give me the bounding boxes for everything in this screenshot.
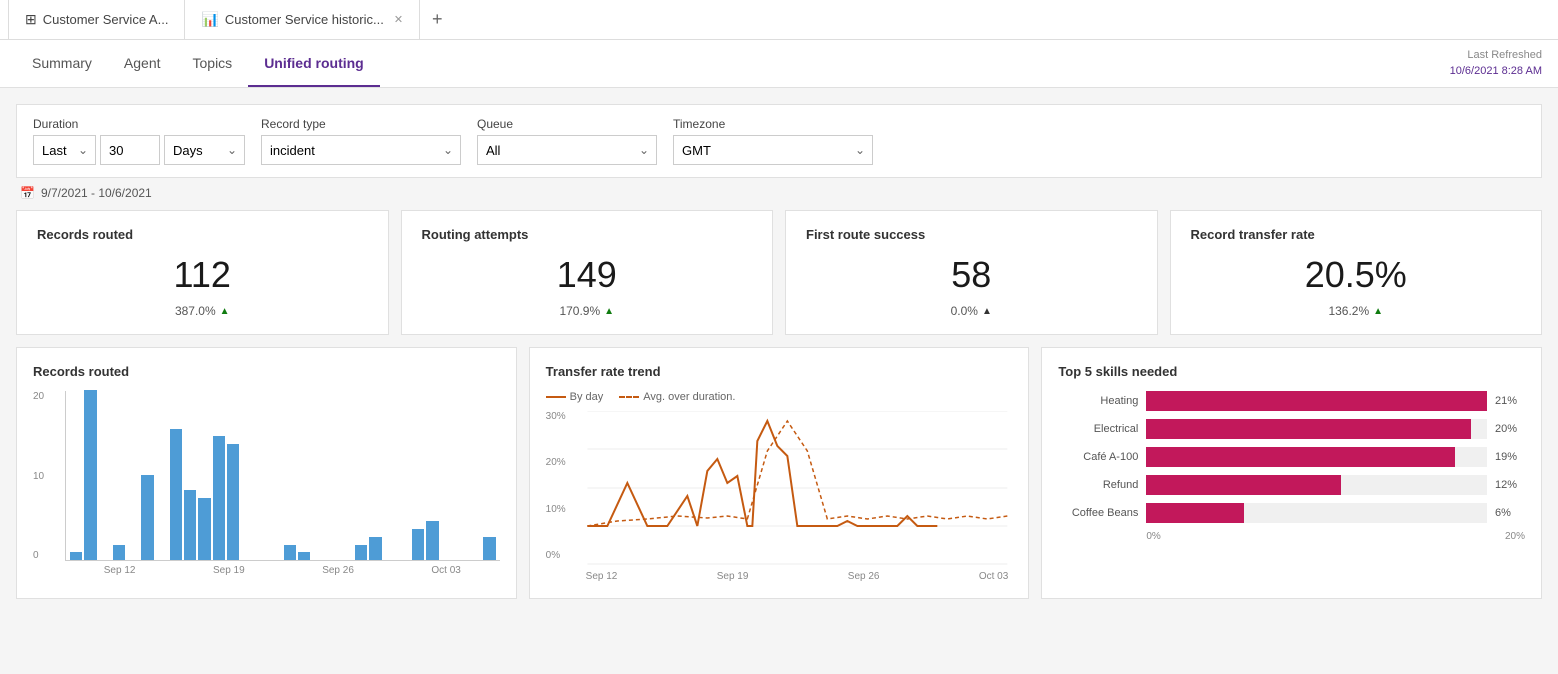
add-tab-button[interactable]: + — [420, 9, 455, 30]
hbar-pct: 12% — [1495, 479, 1525, 491]
app-tab-icon: ⊞ — [25, 11, 37, 28]
app-tab-label: Customer Service A... — [43, 12, 169, 27]
record-type-wrapper[interactable]: incident case all — [261, 135, 461, 165]
hbar-fill — [1146, 503, 1243, 523]
hbar-pct: 20% — [1495, 423, 1525, 435]
hbar-row: Electrical 20% — [1058, 419, 1525, 439]
bar-item — [184, 490, 196, 560]
x-label-sep12: Sep 12 — [104, 565, 136, 576]
bar-item — [141, 475, 153, 560]
bar-item — [213, 436, 225, 560]
hbar-row: Refund 12% — [1058, 475, 1525, 495]
historic-tab-icon: 📊 — [201, 11, 218, 28]
timezone-filter: Timezone GMT UTC EST PST — [673, 117, 873, 165]
hbar-label: Electrical — [1058, 423, 1138, 435]
duration-filter: Duration Last Days Weeks Months — [33, 117, 245, 165]
trend-arrow-black: ▲ — [982, 306, 992, 317]
hbar-fill — [1146, 419, 1470, 439]
bar-item — [284, 545, 296, 560]
hbar-row: Café A-100 19% — [1058, 447, 1525, 467]
tab-agent[interactable]: Agent — [108, 40, 177, 87]
hbar-pct: 21% — [1495, 395, 1525, 407]
hbar-fill — [1146, 391, 1487, 411]
trend-arrow-green: ▲ — [220, 306, 230, 317]
queue-select[interactable]: All Queue 1 Queue 2 — [477, 135, 657, 165]
bar-item — [227, 444, 239, 560]
timezone-wrapper[interactable]: GMT UTC EST PST — [673, 135, 873, 165]
hbar-pct: 19% — [1495, 451, 1525, 463]
hbar-chart-card: Top 5 skills needed Heating21%Electrical… — [1041, 347, 1542, 599]
hbar-label: Coffee Beans — [1058, 507, 1138, 519]
app-tab[interactable]: ⊞ Customer Service A... — [8, 0, 185, 39]
hbar-track — [1146, 419, 1487, 439]
bar-chart-card: Records routed 20 10 0 Sep 12 Sep 19 Sep… — [16, 347, 517, 599]
bar-item — [483, 537, 495, 560]
nav-tab-bar: Summary Agent Topics Unified routing Las… — [0, 40, 1558, 88]
trend-arrow-green: ▲ — [1373, 306, 1383, 317]
browser-tab-bar: ⊞ Customer Service A... 📊 Customer Servi… — [0, 0, 1558, 40]
hbar-fill — [1146, 447, 1454, 467]
hbar-track — [1146, 391, 1487, 411]
hbar-chart: Heating 21% Electrical 20% Café A-100 19% Refu… — [1058, 391, 1525, 523]
line-chart-x-labels: Sep 12 Sep 19 Sep 26 Oct 03 — [582, 571, 1013, 582]
bar-item — [298, 552, 310, 560]
hbar-row: Coffee Beans 6% — [1058, 503, 1525, 523]
kpi-routing-attempts: Routing attempts 149 170.9% ▲ — [401, 210, 774, 335]
bar-item — [355, 545, 367, 560]
chart-legend: By day Avg. over duration. — [546, 391, 1013, 403]
tab-unified-routing[interactable]: Unified routing — [248, 40, 380, 87]
kpi-first-route-success: First route success 58 0.0% ▲ — [785, 210, 1158, 335]
date-range-display: 📅 9/7/2021 - 10/6/2021 — [16, 186, 1542, 200]
filter-row: Duration Last Days Weeks Months — [16, 104, 1542, 178]
timezone-select[interactable]: GMT UTC EST PST — [673, 135, 873, 165]
bar-item — [198, 498, 210, 560]
hbar-row: Heating 21% — [1058, 391, 1525, 411]
kpi-transfer-rate: Record transfer rate 20.5% 136.2% ▲ — [1170, 210, 1543, 335]
bar-item — [426, 521, 438, 560]
tab-topics[interactable]: Topics — [177, 40, 249, 87]
bar-item — [412, 529, 424, 560]
hbar-label: Café A-100 — [1058, 451, 1138, 463]
hbar-track — [1146, 503, 1487, 523]
duration-preset-select[interactable]: Last — [33, 135, 96, 165]
bar-item — [369, 537, 381, 560]
hbar-axis: 0% 20% — [1058, 531, 1525, 542]
last-refreshed: Last Refreshed 10/6/2021 8:28 AM — [1450, 48, 1542, 79]
line-chart-card: Transfer rate trend By day Avg. over dur… — [529, 347, 1030, 599]
hbar-track — [1146, 475, 1487, 495]
x-label-oct03: Oct 03 — [431, 565, 460, 576]
duration-unit-wrapper[interactable]: Days Weeks Months — [164, 135, 245, 165]
close-tab-button[interactable]: ✕ — [394, 13, 403, 26]
historic-tab[interactable]: 📊 Customer Service historic... ✕ — [185, 0, 420, 39]
transfer-rate-svg — [582, 411, 1013, 566]
record-type-filter: Record type incident case all — [261, 117, 461, 165]
x-label-sep26: Sep 26 — [322, 565, 354, 576]
bar-item — [170, 429, 182, 560]
record-type-select[interactable]: incident case all — [261, 135, 461, 165]
tab-summary[interactable]: Summary — [16, 40, 108, 87]
bar-item — [113, 545, 125, 560]
chart-row: Records routed 20 10 0 Sep 12 Sep 19 Sep… — [16, 347, 1542, 599]
duration-unit-select[interactable]: Days Weeks Months — [164, 135, 245, 165]
hbar-track — [1146, 447, 1487, 467]
bar-item — [84, 390, 96, 560]
hbar-fill — [1146, 475, 1341, 495]
main-content: Duration Last Days Weeks Months — [0, 88, 1558, 615]
duration-preset-wrapper[interactable]: Last — [33, 135, 96, 165]
bar-item — [70, 552, 82, 560]
x-label-sep19: Sep 19 — [213, 565, 245, 576]
trend-arrow-green: ▲ — [604, 306, 614, 317]
queue-filter: Queue All Queue 1 Queue 2 — [477, 117, 657, 165]
duration-value-input[interactable] — [100, 135, 160, 165]
hbar-label: Heating — [1058, 395, 1138, 407]
historic-tab-label: Customer Service historic... — [225, 12, 384, 27]
kpi-row: Records routed 112 387.0% ▲ Routing atte… — [16, 210, 1542, 335]
hbar-label: Refund — [1058, 479, 1138, 491]
kpi-records-routed: Records routed 112 387.0% ▲ — [16, 210, 389, 335]
calendar-icon: 📅 — [20, 186, 35, 200]
dashed-legend-icon — [619, 396, 639, 398]
queue-wrapper[interactable]: All Queue 1 Queue 2 — [477, 135, 657, 165]
hbar-pct: 6% — [1495, 507, 1525, 519]
solid-legend-icon — [546, 396, 566, 398]
